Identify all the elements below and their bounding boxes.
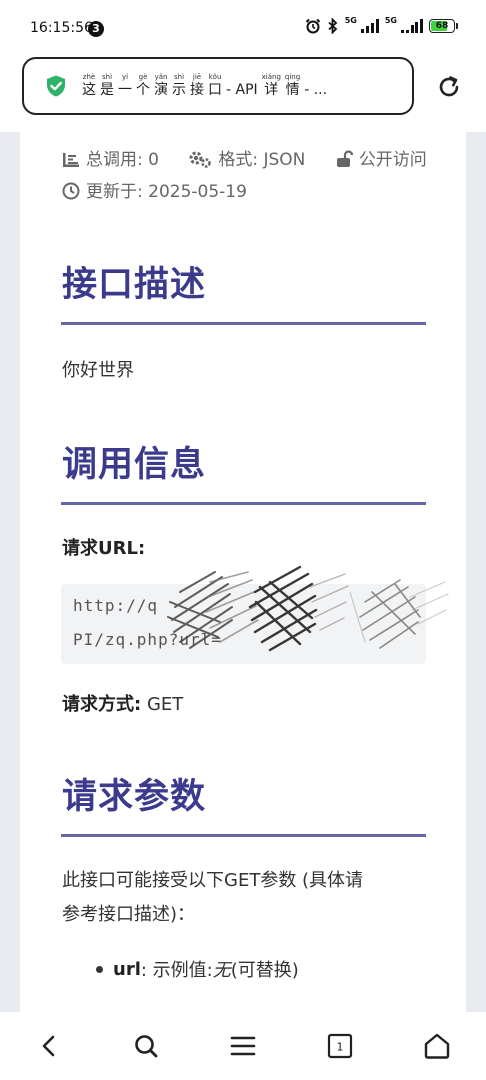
network-type-1: 5G	[344, 15, 357, 25]
param-example-label: : 示例值:	[140, 960, 213, 981]
page-title: zhè 这 shì 是 yí 一 gè 个 yǎn 演 shì 示 jiē 接 kǒu 口 - API xiáng…	[82, 73, 382, 99]
tabs-button[interactable]: 1	[315, 1021, 365, 1071]
title-text: - API	[226, 82, 258, 98]
browser-toolbar: zhè 这 shì 是 yí 一 gè 个 yǎn 演 shì 示 jiē 接 kǒu 口 - API xiáng…	[0, 54, 486, 132]
meta-total-calls-text: 总调用: 0	[86, 150, 159, 170]
home-icon	[425, 1033, 450, 1059]
description-text: 你好世界	[62, 360, 134, 381]
title-char: yí 一	[118, 73, 132, 99]
meta-total-calls: 总调用: 0	[62, 150, 164, 170]
content-card: 总调用: 0 格式: JSON 公开访问 更新于: 2025-05-19 接口描…	[20, 132, 466, 1012]
reload-icon[interactable]	[436, 74, 462, 100]
unlock-icon	[336, 150, 353, 167]
list-item: url : 示例值: 无 (可替换)	[96, 956, 299, 982]
params-intro-line-2: 参考接口描述)：	[62, 904, 196, 925]
bluetooth-icon	[328, 18, 338, 34]
shield-check-icon	[47, 75, 65, 97]
title-char-hanzi: 一	[118, 82, 132, 98]
code-line: http://q	[73, 596, 159, 615]
back-button[interactable]	[24, 1021, 74, 1071]
request-url-label: 请求URL:	[62, 538, 146, 559]
title-char-hanzi: 是	[100, 82, 114, 98]
title-char-hanzi: 口	[208, 82, 222, 98]
call-info-heading: 调用信息	[62, 445, 207, 485]
title-char: gè 个	[136, 73, 150, 99]
title-char-hanzi: 这	[82, 82, 96, 98]
tabs-icon: 1	[328, 1033, 353, 1059]
chevron-left-icon	[42, 1035, 54, 1057]
title-char: kǒu 口	[208, 73, 222, 99]
gears-icon	[189, 151, 212, 168]
title-char-pinyin: jiē	[192, 73, 202, 81]
title-char: shì 是	[100, 73, 114, 99]
title-char-hanzi: 个	[136, 82, 150, 98]
call-info-divider	[61, 502, 426, 505]
battery-indicator: 68	[429, 19, 458, 33]
status-time: 16:15:56	[30, 20, 93, 36]
status-bar: 16:15:56 3 5G 5G 68	[0, 0, 486, 54]
title-char-pinyin: yí	[121, 73, 129, 81]
home-button[interactable]	[412, 1021, 462, 1071]
title-char: yǎn 演	[154, 73, 168, 99]
notification-badge: 3	[88, 21, 104, 37]
bar-list-icon	[63, 153, 79, 167]
param-note: (可替换)	[230, 960, 299, 981]
address-bar[interactable]: zhè 这 shì 是 yí 一 gè 个 yǎn 演 shì 示 jiē 接 kǒu 口 - API xiáng…	[22, 57, 414, 115]
search-icon	[134, 1035, 158, 1058]
meta-format: 格式: JSON	[188, 150, 310, 170]
alarm-icon	[305, 18, 320, 34]
status-icons: 5G 5G 68	[305, 15, 458, 34]
search-button[interactable]	[121, 1021, 171, 1071]
param-name: url	[113, 958, 141, 980]
request-method-value: GET	[146, 694, 184, 715]
menu-icon	[230, 1036, 256, 1056]
meta-access: 公开访问	[335, 150, 427, 170]
title-char-pinyin: shì	[101, 73, 113, 81]
param-example-value: 无	[212, 960, 231, 981]
signal-icon-2	[401, 19, 423, 33]
bullet-icon	[96, 965, 103, 973]
meta-updated-text: 更新于: 2025-05-19	[86, 182, 247, 202]
signal-icon	[360, 19, 379, 33]
title-char: zhè 这	[82, 73, 96, 99]
title-char-pinyin: zhè	[82, 73, 96, 81]
meta-access-text: 公开访问	[358, 150, 427, 170]
meta-updated: 更新于: 2025-05-19	[62, 182, 247, 202]
clock-icon	[62, 182, 80, 200]
title-char-pinyin: yǎn	[154, 73, 168, 81]
description-heading: 接口描述	[62, 265, 207, 305]
battery-level: 68	[435, 21, 449, 31]
redaction-scribble	[167, 565, 449, 652]
title-char: qíng 情	[285, 73, 300, 99]
title-char-pinyin: gè	[138, 73, 148, 81]
bottom-navigation: 1	[0, 1012, 486, 1080]
request-method: 请求方式: GET	[62, 690, 183, 716]
description-divider	[61, 322, 426, 325]
title-char-hanzi: 情	[285, 82, 300, 98]
title-char: jiē 接	[190, 73, 204, 99]
api-meta: 总调用: 0 格式: JSON 公开访问 更新于: 2025-05-19	[62, 144, 432, 208]
title-char-hanzi: 接	[190, 82, 204, 98]
network-type-2: 5G	[384, 15, 397, 25]
title-char-pinyin: shì	[173, 73, 185, 81]
title-char-pinyin: xiáng	[261, 73, 281, 81]
title-char: shì 示	[172, 73, 186, 99]
title-char-hanzi: 演	[154, 82, 168, 98]
title-char-pinyin: kǒu	[208, 73, 222, 81]
title-char-hanzi: 详	[264, 82, 279, 98]
meta-format-text: 格式: JSON	[218, 150, 306, 170]
params-divider	[61, 834, 426, 837]
params-heading: 请求参数	[62, 777, 207, 817]
menu-button[interactable]	[218, 1021, 268, 1071]
title-char: xiáng 详	[262, 73, 281, 99]
title-char-pinyin: qíng	[284, 73, 301, 81]
title-text: - ...	[304, 82, 328, 98]
request-method-label: 请求方式:	[62, 694, 142, 715]
tab-count: 1	[337, 1041, 344, 1054]
title-char-hanzi: 示	[172, 82, 186, 98]
params-intro-line-1: 此接口可能接受以下GET参数 (具体请	[62, 870, 364, 891]
